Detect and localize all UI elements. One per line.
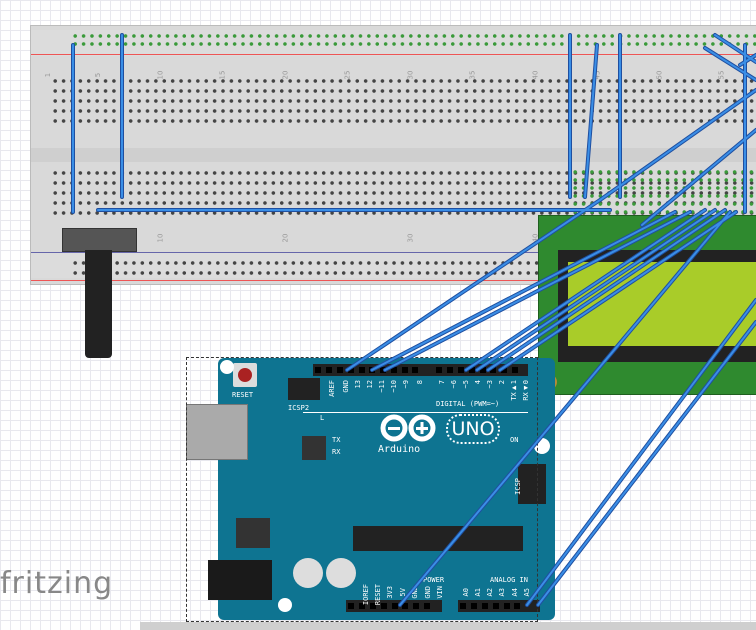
horizontal-scrollbar[interactable] [140, 622, 756, 630]
wires[interactable] [0, 0, 756, 630]
fritzing-watermark: fritzing [0, 566, 114, 601]
